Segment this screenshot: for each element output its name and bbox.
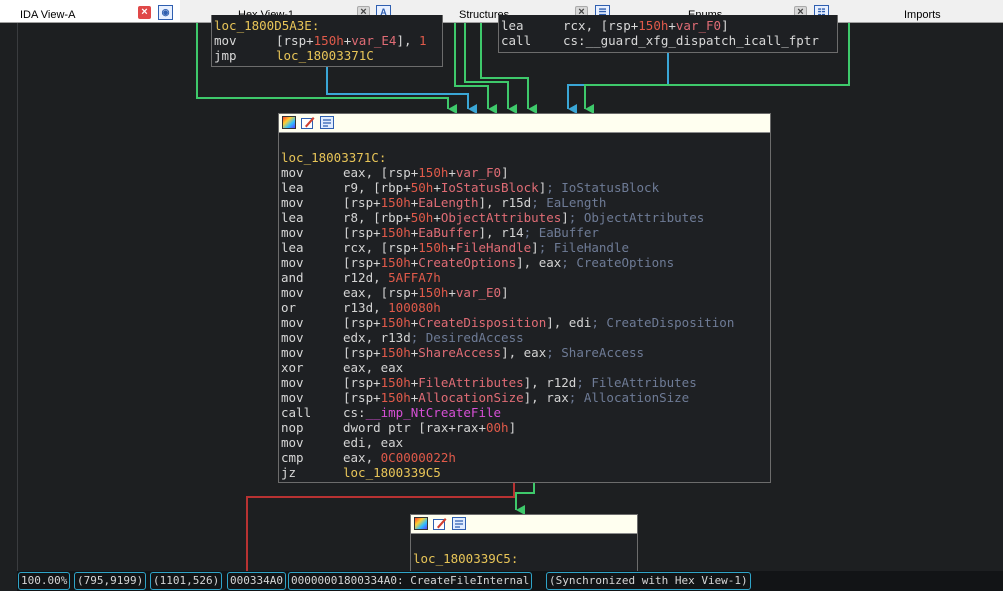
node-header <box>411 515 637 534</box>
code-label: loc_18003371C: <box>281 150 387 165</box>
graph-node-main[interactable]: loc_18003371C: mov eax, [rsp+150h+var_F0]… <box>278 113 771 483</box>
tab-ida-view-a[interactable]: IDA View-A × ◉ <box>0 0 180 22</box>
code-line: nop dword ptr [rax+rax+00h] <box>281 420 517 435</box>
code-line: lea r9, [rbp+50h+IoStatusBlock]; IoStatus… <box>281 180 660 195</box>
code-comment: ; CreateOptions <box>561 255 675 270</box>
file-offset: 000334A0 <box>227 572 286 590</box>
left-margin <box>0 23 17 591</box>
code-comment: ; CreateDisposition <box>591 315 735 330</box>
rename-icon[interactable] <box>433 517 447 530</box>
tab-label: IDA View-A <box>20 9 76 21</box>
code-line: mov [rsp+150h+var_E4], 1 <box>214 33 427 48</box>
code-line: mov eax, [rsp+150h+var_E0] <box>281 285 509 300</box>
zoom-level: 100.00% <box>18 572 71 590</box>
edge <box>567 53 669 114</box>
rename-icon[interactable] <box>301 116 315 129</box>
code-comment: ; DesiredAccess <box>410 330 524 345</box>
code-line: lea rcx, [rsp+150h+FileHandle]; FileHandl… <box>281 240 630 255</box>
code-line: mov [rsp+150h+FileAttributes], r12d; File… <box>281 375 697 390</box>
code-line: jz loc_1800339C5 <box>281 465 441 480</box>
code-line: mov eax, [rsp+150h+var_F0] <box>281 165 509 180</box>
code-line: mov [rsp+150h+EaBuffer], r14; EaBuffer <box>281 225 599 240</box>
code-line: mov [rsp+150h+EaLength], r15d; EaLength <box>281 195 607 210</box>
code-line: or r13d, 100080h <box>281 300 441 315</box>
screen-coords: (1101,526) <box>150 572 223 590</box>
graph-view[interactable]: loc_1800D5A3E: mov [rsp+150h+var_E4], 1 j… <box>17 15 1003 575</box>
status-bar: 100.00% (795,9199) (1101,526) 000334A0 0… <box>17 571 1003 591</box>
code-comment: ; IoStatusBlock <box>546 180 660 195</box>
code-comment: ; AllocationSize <box>568 390 690 405</box>
code-comment: ; EaBuffer <box>523 225 599 240</box>
ida-view-icon: ◉ <box>158 5 173 20</box>
code-comment: ; FileHandle <box>538 240 630 255</box>
current-address: 00000001800334A0: CreateFileInternal <box>288 572 533 590</box>
tab-label: Imports <box>904 9 941 21</box>
code-comment: ; ShareAccess <box>546 345 645 360</box>
edge <box>454 23 497 114</box>
code-line: xor eax, eax <box>281 360 404 375</box>
close-icon[interactable]: × <box>138 6 151 19</box>
code-comment: ; FileAttributes <box>576 375 697 390</box>
edge <box>326 63 477 114</box>
graph-node[interactable]: lea rcx, [rsp+150h+var_F0] call cs:__guard… <box>498 15 838 53</box>
color-palette-icon[interactable] <box>282 116 296 129</box>
edge <box>515 483 535 515</box>
sync-status: (Synchronized with Hex View-1) <box>546 572 751 590</box>
code-line: jmp loc_18003371C <box>214 48 374 63</box>
code-line: mov edx, r13d; DesiredAccess <box>281 330 524 345</box>
group-nodes-icon[interactable] <box>452 517 466 530</box>
code-line: cmp eax, 0C0000022h <box>281 450 456 465</box>
node-header <box>279 114 770 133</box>
color-palette-icon[interactable] <box>414 517 428 530</box>
tab-imports[interactable]: Imports <box>860 0 1003 22</box>
code-comment: ; ObjectAttributes <box>568 210 705 225</box>
graph-node[interactable]: loc_1800339C5: <box>410 514 638 575</box>
graph-coords: (795,9199) <box>74 572 147 590</box>
code-line: lea rcx, [rsp+150h+var_F0] <box>501 18 729 33</box>
code-line: mov edi, eax <box>281 435 404 450</box>
code-line: lea r8, [rbp+50h+ObjectAttributes]; Objec… <box>281 210 705 225</box>
code-line: call cs:__guard_xfg_dispatch_icall_fptr <box>501 33 819 48</box>
code-block: loc_18003371C: mov eax, [rsp+150h+var_F0]… <box>279 133 770 480</box>
code-line: mov [rsp+150h+ShareAccess], eax; ShareAcc… <box>281 345 645 360</box>
code-line: and r12d, 5AFFA7h <box>281 270 441 285</box>
code-label: loc_1800D5A3E: <box>214 18 320 33</box>
code-comment: ; EaLength <box>531 195 607 210</box>
code-label: loc_1800339C5: <box>413 551 519 566</box>
code-line: mov [rsp+150h+CreateDisposition], edi; Cr… <box>281 315 735 330</box>
group-nodes-icon[interactable] <box>320 116 334 129</box>
code-line: call cs:__imp_NtCreateFile <box>281 405 502 420</box>
graph-node[interactable]: loc_1800D5A3E: mov [rsp+150h+var_E4], 1 j… <box>211 15 443 67</box>
code-line: mov [rsp+150h+CreateOptions], eax; Create… <box>281 255 675 270</box>
code-line: mov [rsp+150h+AllocationSize], rax; Alloc… <box>281 390 690 405</box>
